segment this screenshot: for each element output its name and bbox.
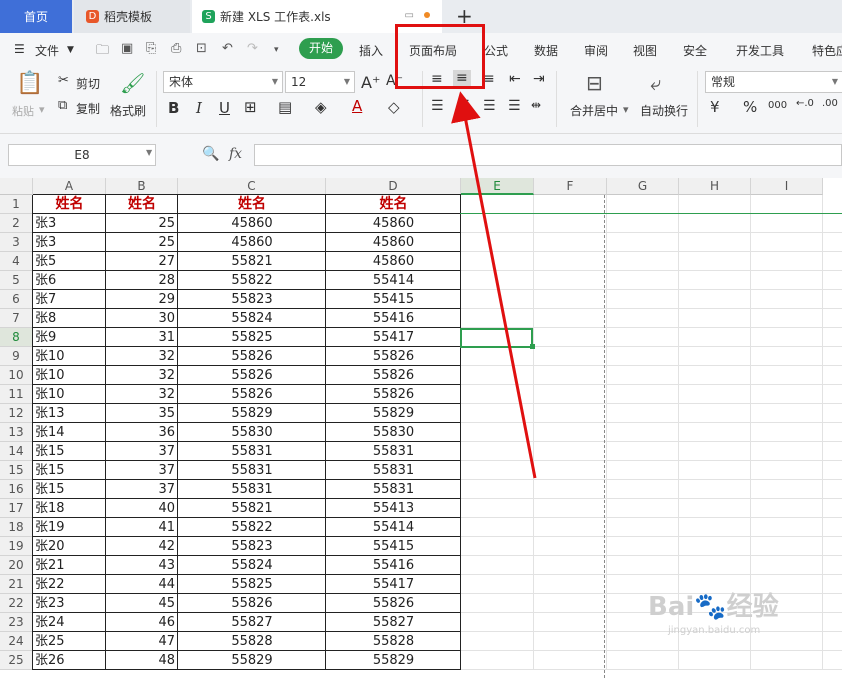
watermark-logo: Bai🐾经验 <box>648 592 779 622</box>
annotation-arrow <box>451 91 537 479</box>
arrow-line <box>451 91 537 479</box>
table-border <box>33 669 461 670</box>
watermark-url: jingyan.baidu.com <box>668 625 761 636</box>
